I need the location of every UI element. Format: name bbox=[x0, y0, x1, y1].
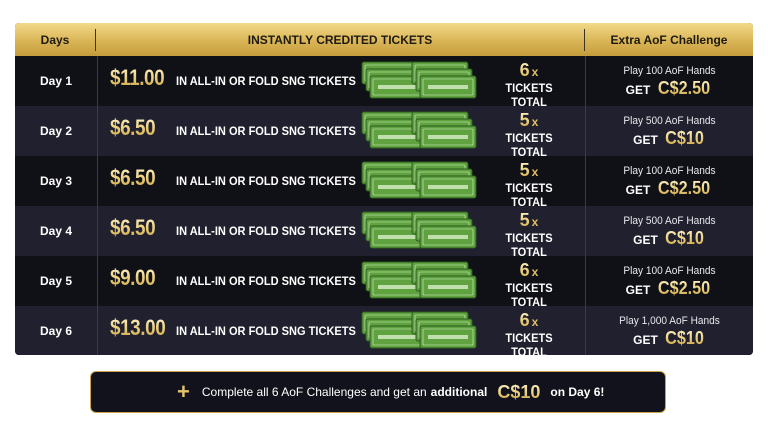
challenge-reward: C$10 bbox=[664, 128, 704, 148]
bonus-day: on Day 6! bbox=[550, 385, 605, 399]
table-row: Day 4 $6.50 IN ALL-IN OR FOLD SNG TICKET… bbox=[15, 206, 753, 259]
day-label: Day 3 bbox=[39, 174, 73, 188]
day-label: Day 1 bbox=[39, 74, 73, 88]
extra-challenge: Play 100 AoF Hands GET C$2.50 bbox=[586, 256, 753, 306]
header-days: Days bbox=[40, 32, 70, 47]
table-row: Day 6 $13.00 IN ALL-IN OR FOLD SNG TICKE… bbox=[15, 306, 753, 355]
extra-challenge: Play 100 AoF Hands GET C$2.50 bbox=[586, 56, 753, 106]
tickets-icon bbox=[360, 210, 480, 252]
day-label: Day 4 bbox=[39, 224, 73, 238]
ticket-description: IN ALL-IN OR FOLD SNG TICKETS bbox=[176, 324, 356, 338]
day-label: Day 5 bbox=[39, 274, 73, 288]
plus-icon: + bbox=[177, 379, 190, 404]
get-label: GET bbox=[625, 283, 651, 297]
ticket-count: 5 x TICKETS TOTAL bbox=[505, 110, 553, 159]
bonus-text: Complete all 6 AoF Challenges and get an bbox=[201, 385, 427, 399]
ticket-description: IN ALL-IN OR FOLD SNG TICKETS bbox=[176, 124, 356, 138]
bonus-additional: additional bbox=[430, 385, 488, 399]
ticket-count: 6 x TICKETS TOTAL bbox=[505, 260, 553, 309]
header-tickets: INSTANTLY CREDITED TICKETS bbox=[95, 28, 585, 51]
ticket-description: IN ALL-IN OR FOLD SNG TICKETS bbox=[176, 224, 356, 238]
get-label: GET bbox=[633, 133, 658, 147]
challenge-hands: Play 100 AoF Hands bbox=[623, 65, 716, 77]
challenge-reward: C$10 bbox=[664, 328, 704, 348]
promo-table: Days INSTANTLY CREDITED TICKETS Extra Ao… bbox=[15, 23, 753, 355]
challenge-reward: C$2.50 bbox=[658, 178, 711, 198]
extra-challenge: Play 500 AoF Hands GET C$10 bbox=[586, 206, 753, 256]
ticket-amount: $13.00 bbox=[110, 315, 166, 340]
ticket-count: 6 x TICKETS TOTAL bbox=[505, 60, 553, 109]
tickets-icon bbox=[360, 160, 480, 202]
ticket-amount: $11.00 bbox=[110, 65, 165, 90]
table-row: Day 1 $11.00 IN ALL-IN OR FOLD SNG TICKE… bbox=[15, 56, 753, 109]
extra-challenge: Play 1,000 AoF Hands GET C$10 bbox=[586, 306, 753, 355]
tickets-icon bbox=[360, 110, 480, 152]
header-extra-challenge: Extra AoF Challenge bbox=[610, 32, 728, 47]
ticket-description: IN ALL-IN OR FOLD SNG TICKETS bbox=[176, 74, 356, 88]
day-label: Day 6 bbox=[39, 324, 73, 338]
ticket-description: IN ALL-IN OR FOLD SNG TICKETS bbox=[176, 274, 356, 288]
extra-challenge: Play 500 AoF Hands GET C$10 bbox=[586, 106, 753, 156]
get-label: GET bbox=[625, 183, 651, 197]
tickets-icon bbox=[360, 310, 480, 352]
challenge-reward: C$10 bbox=[664, 228, 704, 248]
ticket-amount: $9.00 bbox=[110, 265, 156, 290]
challenge-hands: Play 100 AoF Hands bbox=[623, 265, 716, 277]
bonus-banner: + Complete all 6 AoF Challenges and get … bbox=[90, 371, 666, 413]
challenge-hands: Play 500 AoF Hands bbox=[623, 215, 716, 227]
day-label: Day 2 bbox=[39, 124, 73, 138]
challenge-hands: Play 1,000 AoF Hands bbox=[619, 315, 720, 327]
table-row: Day 5 $9.00 IN ALL-IN OR FOLD SNG TICKET… bbox=[15, 256, 753, 309]
extra-challenge: Play 100 AoF Hands GET C$2.50 bbox=[586, 156, 753, 206]
tickets-icon bbox=[360, 60, 480, 102]
table-header: Days INSTANTLY CREDITED TICKETS Extra Ao… bbox=[15, 23, 753, 56]
get-label: GET bbox=[633, 233, 658, 247]
challenge-hands: Play 100 AoF Hands bbox=[623, 165, 716, 177]
ticket-count: 5 x TICKETS TOTAL bbox=[505, 160, 553, 209]
ticket-amount: $6.50 bbox=[110, 165, 156, 190]
bonus-amount: C$10 bbox=[497, 381, 541, 402]
table-row: Day 2 $6.50 IN ALL-IN OR FOLD SNG TICKET… bbox=[15, 106, 753, 159]
tickets-icon bbox=[360, 260, 480, 302]
table-row: Day 3 $6.50 IN ALL-IN OR FOLD SNG TICKET… bbox=[15, 156, 753, 209]
get-label: GET bbox=[625, 83, 651, 97]
challenge-reward: C$2.50 bbox=[658, 78, 711, 98]
challenge-hands: Play 500 AoF Hands bbox=[623, 115, 716, 127]
ticket-description: IN ALL-IN OR FOLD SNG TICKETS bbox=[176, 174, 356, 188]
ticket-count: 5 x TICKETS TOTAL bbox=[505, 210, 553, 259]
get-label: GET bbox=[633, 333, 658, 347]
ticket-amount: $6.50 bbox=[110, 215, 156, 240]
challenge-reward: C$2.50 bbox=[658, 278, 711, 298]
ticket-count: 6 x TICKETS TOTAL bbox=[505, 310, 553, 355]
ticket-amount: $6.50 bbox=[110, 115, 156, 140]
